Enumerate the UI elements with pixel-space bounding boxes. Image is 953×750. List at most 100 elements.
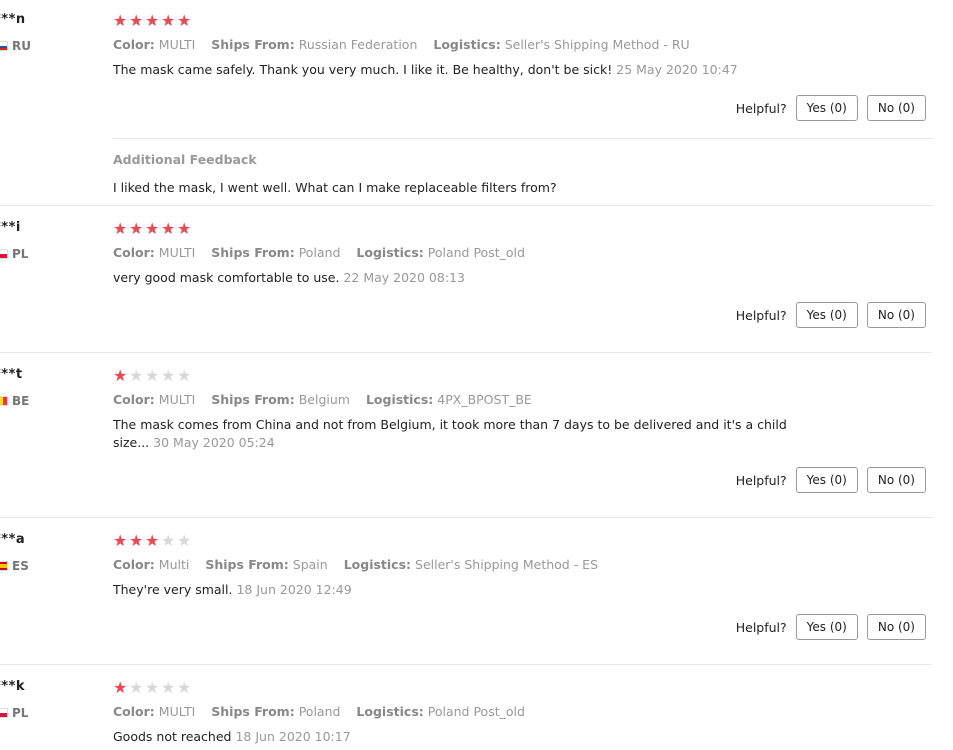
star-icon: ★ — [161, 366, 176, 385]
yes-button[interactable]: Yes (0) — [795, 467, 858, 493]
yes-button[interactable]: Yes (0) — [795, 614, 858, 640]
no-button[interactable]: No (0) — [866, 614, 926, 640]
flag-icon — [0, 708, 8, 718]
logistics-value: Seller's Shipping Method - RU — [504, 37, 690, 52]
additional-feedback-text: I liked the mask, I went well. What can … — [113, 180, 557, 195]
ships-from-value: Spain — [292, 557, 328, 572]
helpful-label: Helpful? — [735, 472, 787, 488]
color-value: MULTI — [158, 392, 196, 407]
star-icon: ★ — [145, 219, 160, 238]
review-text: They're very small. 18 Jun 2020 12:49 — [113, 582, 352, 597]
star-icon: ★ — [177, 531, 192, 550]
star-icon: ★ — [177, 11, 192, 30]
helpful-controls: Helpful? Yes (0) No (0) — [736, 302, 926, 328]
yes-button[interactable]: Yes (0) — [795, 302, 858, 328]
review-date: 22 May 2020 08:13 — [343, 270, 465, 285]
no-button[interactable]: No (0) — [866, 302, 926, 328]
helpful-controls: Helpful? Yes (0) No (0) — [736, 614, 926, 640]
yes-button[interactable]: Yes (0) — [795, 95, 858, 121]
star-icon: ★ — [113, 366, 128, 385]
logistics-value: Poland Post_old — [427, 704, 525, 719]
reviewer-country: RU — [0, 39, 31, 53]
ships-from-value: Poland — [298, 704, 341, 719]
review-text: Goods not reached 18 Jun 2020 10:17 — [113, 729, 351, 744]
star-icon: ★ — [145, 678, 160, 697]
review-text: The mask came safely. Thank you very muc… — [113, 62, 738, 77]
review-date: 30 May 2020 05:24 — [153, 435, 275, 450]
order-info: Color: MULTI Ships From: Poland Logistic… — [113, 704, 525, 719]
star-rating: ★ ★ ★ ★ ★ — [113, 368, 191, 384]
ships-from-value: Belgium — [298, 392, 350, 407]
order-info: Color: MULTI Ships From: Belgium Logisti… — [113, 392, 532, 407]
star-icon: ★ — [161, 219, 176, 238]
star-rating: ★ ★ ★ ★ ★ — [113, 221, 191, 237]
color-value: MULTI — [158, 245, 196, 260]
reviewer-country: PL — [0, 247, 28, 261]
flag-icon — [0, 561, 8, 571]
star-rating: ★ ★ ★ ★ ★ — [113, 533, 191, 549]
country-code: PL — [12, 706, 29, 720]
review-item: ***i PL ★★★★★ Color: MULTI Ships From: P… — [0, 206, 932, 353]
helpful-label: Helpful? — [735, 100, 787, 116]
star-icon: ★ — [113, 531, 128, 550]
reviewer-name: ***i — [0, 220, 21, 235]
review-item: ***t BE ★★★★★ Color: MULTI Ships From: B… — [0, 353, 932, 518]
logistics-value: Seller's Shipping Method - ES — [415, 557, 599, 572]
order-info: Color: MULTI Ships From: Russian Federat… — [113, 37, 690, 52]
additional-feedback: Additional Feedback I liked the mask, I … — [113, 138, 932, 206]
order-info: Color: MULTI Ships From: Poland Logistic… — [113, 245, 525, 260]
reviewer-name: ***a — [0, 532, 26, 547]
review-item: ***k PL ★★★★★ Color: MULTI Ships From: P… — [0, 665, 932, 750]
star-rating: ★ ★ ★ ★ ★ — [113, 13, 191, 29]
no-button[interactable]: No (0) — [866, 95, 926, 121]
reviewer-country: PL — [0, 706, 28, 720]
reviewer-country: BE — [0, 394, 29, 408]
reviewer-name: ***k — [0, 679, 26, 694]
star-icon: ★ — [177, 219, 192, 238]
helpful-controls: Helpful? Yes (0) No (0) — [736, 467, 926, 493]
review-text: The mask comes from China and not from B… — [113, 417, 787, 450]
color-value: MULTI — [158, 37, 196, 52]
flag-icon — [0, 41, 8, 51]
star-icon: ★ — [177, 366, 192, 385]
star-icon: ★ — [113, 678, 128, 697]
no-button[interactable]: No (0) — [866, 467, 926, 493]
reviewer-name: ***t — [0, 367, 23, 382]
reviewer-name: ***n — [0, 12, 26, 27]
star-icon: ★ — [145, 11, 160, 30]
review-item: ***a ES ★★★★★ Color: Multi Ships From: S… — [0, 518, 932, 665]
reviewer-country: ES — [0, 559, 29, 573]
star-icon: ★ — [161, 531, 176, 550]
color-value: MULTI — [158, 704, 196, 719]
review-text: very good mask comfortable to use. 22 May… — [113, 270, 465, 285]
star-icon: ★ — [129, 219, 144, 238]
helpful-label: Helpful? — [735, 307, 787, 323]
helpful-label: Helpful? — [735, 619, 787, 635]
star-icon: ★ — [129, 678, 144, 697]
flag-icon — [0, 249, 8, 259]
logistics-value: Poland Post_old — [427, 245, 525, 260]
ships-from-value: Russian Federation — [298, 37, 418, 52]
country-code: BE — [12, 394, 30, 408]
flag-icon — [0, 396, 8, 406]
star-icon: ★ — [177, 678, 192, 697]
color-value: Multi — [158, 557, 190, 572]
order-info: Color: Multi Ships From: Spain Logistics… — [113, 557, 599, 572]
additional-feedback-title: Additional Feedback — [113, 152, 257, 167]
ships-from-value: Poland — [298, 245, 341, 260]
review-date: 25 May 2020 10:47 — [616, 62, 738, 77]
star-icon: ★ — [161, 678, 176, 697]
review-date: 18 Jun 2020 10:17 — [235, 729, 351, 744]
helpful-controls: Helpful? Yes (0) No (0) — [736, 95, 926, 121]
country-code: ES — [12, 559, 29, 573]
star-icon: ★ — [129, 11, 144, 30]
review-item: ***n RU ★★★★★ Color: MULTI Ships From: R… — [0, 0, 932, 206]
star-icon: ★ — [161, 11, 176, 30]
star-icon: ★ — [129, 366, 144, 385]
logistics-value: 4PX_BPOST_BE — [437, 392, 532, 407]
star-icon: ★ — [129, 531, 144, 550]
country-code: PL — [12, 247, 29, 261]
star-rating: ★ ★ ★ ★ ★ — [113, 680, 191, 696]
star-icon: ★ — [113, 11, 128, 30]
star-icon: ★ — [113, 219, 128, 238]
